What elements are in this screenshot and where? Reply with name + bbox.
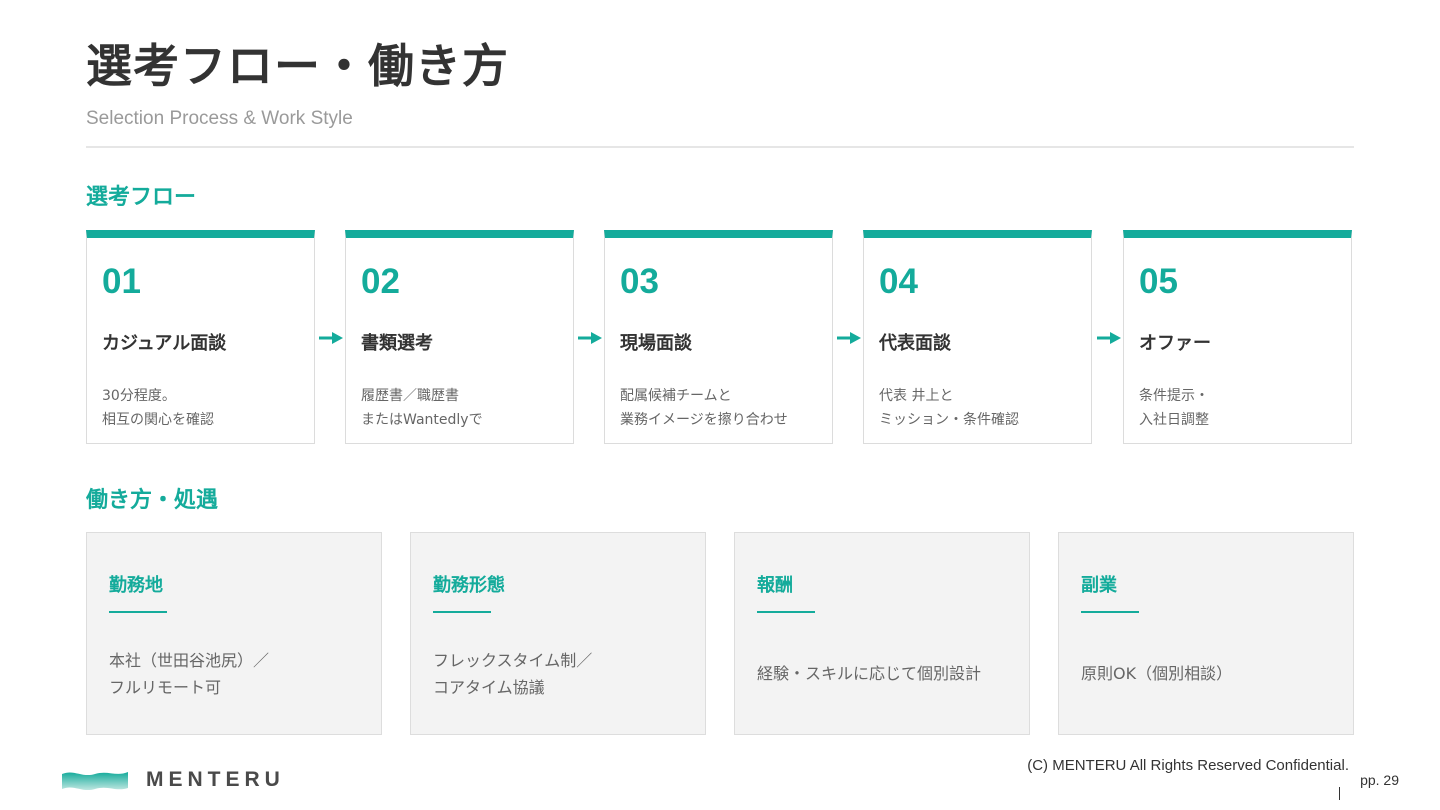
card-title: 勤務形態: [433, 575, 505, 596]
step-description-line: 条件提示・: [1139, 388, 1209, 404]
card-body: 本社（世田谷池尻）／ フルリモート可: [109, 647, 269, 701]
flow-step-1: 01 カジュアル面談 30分程度。 相互の関心を確認: [86, 230, 315, 444]
menteru-logo: MENTERU: [62, 768, 285, 792]
step-name: 代表面談: [879, 333, 951, 354]
step-description-line: 30分程度。: [102, 388, 176, 404]
flow-step-5: 05 オファー 条件提示・ 入社日調整: [1123, 230, 1352, 444]
step-description-line: 代表 井上と: [879, 388, 954, 404]
card-body-line: 本社（世田谷池尻）／: [109, 651, 270, 670]
card-title: 勤務地: [109, 575, 163, 596]
card-title-underline: [109, 611, 167, 613]
step-name: オファー: [1139, 333, 1211, 354]
card-title-underline: [1081, 611, 1139, 613]
work-card-schedule: 勤務形態 フレックスタイム制／ コアタイム協議: [410, 532, 706, 735]
step-description: 代表 井上と ミッション・条件確認: [879, 384, 1019, 432]
step-description: 30分程度。 相互の関心を確認: [102, 384, 214, 432]
card-title: 副業: [1081, 575, 1117, 596]
card-body-line: フレックスタイム制／: [433, 651, 593, 670]
card-title-underline: [433, 611, 491, 613]
flow-step-4: 04 代表面談 代表 井上と ミッション・条件確認: [863, 230, 1092, 444]
card-body-line: フルリモート可: [109, 678, 222, 697]
work-card-compensation: 報酬 経験・スキルに応じて個別設計: [734, 532, 1030, 735]
step-description: 履歴書／職歴書 またはWantedlyで: [361, 384, 483, 432]
step-name: 現場面談: [620, 333, 692, 354]
card-body-line: コアタイム協議: [433, 678, 545, 697]
step-number: 04: [879, 262, 918, 301]
flow-step-3: 03 現場面談 配属候補チームと 業務イメージを擦り合わせ: [604, 230, 833, 444]
selection-flow-heading: 選考フロー: [86, 185, 197, 210]
step-number: 01: [102, 262, 141, 301]
work-style-heading: 働き方・処遇: [86, 488, 219, 513]
page-title: 選考フロー・働き方: [86, 39, 509, 93]
step-number: 03: [620, 262, 659, 301]
arrow-right-icon: [319, 332, 343, 344]
logo-wordmark: MENTERU: [146, 768, 285, 791]
card-body: 経験・スキルに応じて個別設計: [757, 660, 981, 687]
card-body: 原則OK（個別相談）: [1081, 660, 1232, 687]
step-name: 書類選考: [361, 333, 433, 354]
step-description: 条件提示・ 入社日調整: [1139, 384, 1209, 432]
arrow-right-icon: [1097, 332, 1121, 344]
step-description: 配属候補チームと 業務イメージを擦り合わせ: [620, 384, 788, 432]
header-divider: [86, 146, 1354, 148]
work-card-location: 勤務地 本社（世田谷池尻）／ フルリモート可: [86, 532, 382, 735]
work-card-side-job: 副業 原則OK（個別相談）: [1058, 532, 1354, 735]
page-number: pp. 29: [1360, 772, 1399, 788]
step-description-line: 履歴書／職歴書: [361, 388, 459, 404]
step-description-line: ミッション・条件確認: [879, 412, 1019, 428]
step-description-line: 入社日調整: [1139, 412, 1209, 428]
card-title-underline: [757, 611, 815, 613]
page-subtitle: Selection Process & Work Style: [86, 108, 353, 129]
card-body: フレックスタイム制／ コアタイム協議: [433, 647, 592, 701]
card-body-line: 経験・スキルに応じて個別設計: [757, 664, 982, 683]
step-number: 05: [1139, 262, 1178, 301]
arrow-right-icon: [578, 332, 602, 344]
menteru-wave-logo-icon: [62, 772, 128, 791]
step-description-line: 業務イメージを擦り合わせ: [620, 412, 788, 428]
copyright-notice: (C) MENTERU All Rights Reserved Confiden…: [1027, 757, 1349, 774]
page-divider: [1339, 787, 1340, 800]
step-number: 02: [361, 262, 400, 301]
step-description-line: またはWantedlyで: [361, 412, 483, 428]
step-description-line: 相互の関心を確認: [102, 412, 214, 428]
arrow-right-icon: [837, 332, 861, 344]
step-name: カジュアル面談: [102, 333, 227, 354]
card-title: 報酬: [757, 575, 793, 596]
card-body-line: 原則OK（個別相談）: [1081, 664, 1233, 683]
step-description-line: 配属候補チームと: [620, 388, 732, 404]
flow-step-2: 02 書類選考 履歴書／職歴書 またはWantedlyで: [345, 230, 574, 444]
